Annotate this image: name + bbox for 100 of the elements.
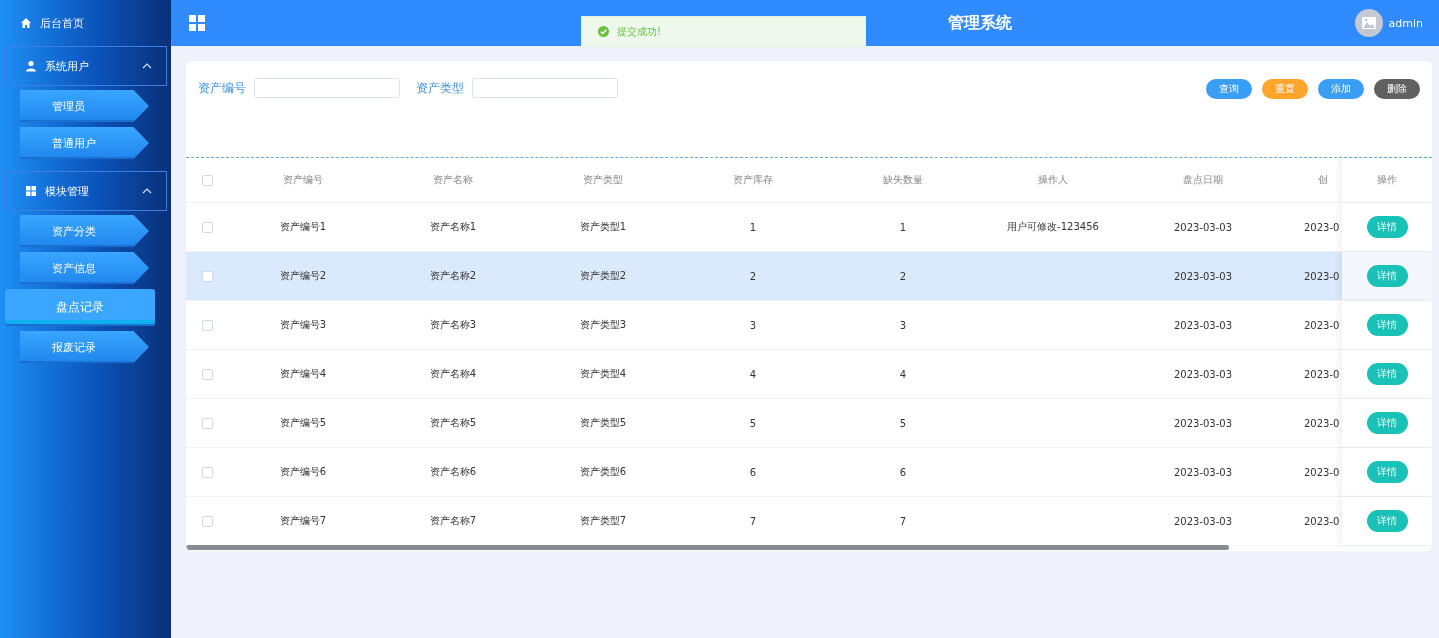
input-field[interactable] [254,78,400,98]
table-cell: 资产名称7 [429,514,477,528]
table-cell: 资产编号5 [279,416,327,430]
details-button[interactable]: 详情 [1366,363,1408,385]
action-button[interactable]: 添加 [1318,79,1364,99]
column-header: 缺失数量 [883,173,923,187]
table-cell: 资产类型3 [579,318,627,332]
column-header: 盘点日期 [1183,173,1223,187]
table-cell: 资产编号3 [279,318,327,332]
table-cell: 资产编号2 [279,269,327,283]
check-circle-icon [598,26,609,37]
table-cell: 2023-03-03 [1173,319,1233,331]
checkbox[interactable] [201,174,213,186]
user-name[interactable]: admin [1388,16,1423,30]
column-header: 资产名称 [433,173,473,187]
table-cell: 2023-03-03 [1173,417,1233,429]
table-cell: 资产名称3 [429,318,477,332]
home-link[interactable]: 后台首页 [0,12,171,34]
input-field[interactable] [472,78,618,98]
checkbox[interactable] [201,368,213,380]
checkbox[interactable] [201,319,213,331]
table-cell: 资产名称2 [429,269,477,283]
checkbox[interactable] [201,221,213,233]
table-cell: 2023-0 [1304,221,1340,233]
details-button[interactable]: 详情 [1366,412,1408,434]
table-cell: 资产名称1 [429,220,477,234]
table-cell: 1 [899,221,907,233]
table-cell: 2023-03-03 [1173,368,1233,380]
menu-group[interactable]: 模块管理 [4,171,167,211]
menu-group[interactable]: 系统用户 [4,46,167,86]
checkbox[interactable] [201,417,213,429]
action-button[interactable]: 查询 [1206,79,1252,99]
table-cell: 4 [899,368,907,380]
table-cell: 资产编号1 [279,220,327,234]
table-cell: 7 [899,515,907,527]
table-cell: 资产类型7 [579,514,627,528]
table-cell: 资产类型6 [579,465,627,479]
avatar-icon[interactable] [1354,9,1383,37]
menu-item[interactable]: 盘点记录 [5,289,155,326]
details-button[interactable]: 详情 [1366,216,1408,238]
home-icon [20,17,32,29]
table-cell: 6 [749,466,757,478]
table-cell: 7 [749,515,757,527]
table-cell: 资产类型5 [579,416,627,430]
column-header: 资产类型 [583,173,623,187]
menu-item[interactable]: 管理员 [20,90,149,122]
menu-item[interactable]: 资产分类 [20,215,149,247]
table-cell: 2 [899,270,907,282]
table-cell: 资产类型2 [579,269,627,283]
field-label: 资产类型 [416,79,464,97]
table-cell: 2023-03-03 [1173,466,1233,478]
toast-message: 提交成功! [617,24,661,39]
menu-item[interactable]: 报废记录 [20,331,149,363]
table-cell: 2023-0 [1304,319,1340,331]
table-cell: 2023-03-03 [1173,515,1233,527]
menu-item[interactable]: 资产信息 [20,252,149,284]
menu-icon[interactable] [189,15,205,31]
field-label: 资产编号 [198,79,246,97]
menu-item[interactable]: 普通用户 [20,127,149,159]
horizontal-scrollbar[interactable] [186,545,1229,550]
table-cell: 2023-0 [1304,368,1340,380]
action-button[interactable]: 重置 [1262,79,1308,99]
table-cell: 2023-0 [1304,270,1340,282]
column-header: 操作 [1377,173,1397,187]
table-cell: 5 [899,417,907,429]
checkbox[interactable] [201,270,213,282]
table-cell: 资产编号7 [279,514,327,528]
table-cell: 2023-0 [1304,466,1340,478]
table-cell: 3 [899,319,907,331]
table-cell: 资产名称6 [429,465,477,479]
table-cell: 资产编号4 [279,367,327,381]
column-header: 资产库存 [733,173,773,187]
system-title: 管理系统 [947,12,1012,34]
table-cell: 1 [749,221,757,233]
details-button[interactable]: 详情 [1366,510,1408,532]
table-cell: 资产编号6 [279,465,327,479]
table-cell: 4 [749,368,757,380]
table-cell: 2023-0 [1304,417,1340,429]
checkbox[interactable] [201,466,213,478]
table-cell: 资产名称5 [429,416,477,430]
table-cell: 2023-03-03 [1173,221,1233,233]
action-button[interactable]: 删除 [1374,79,1420,99]
grid-icon [25,185,37,197]
table-cell: 5 [749,417,757,429]
table-cell: 3 [749,319,757,331]
column-header: 操作人 [1038,173,1068,187]
details-button[interactable]: 详情 [1366,314,1408,336]
table-cell: 资产名称4 [429,367,477,381]
table-cell: 2023-0 [1304,515,1340,527]
table-cell: 用户可修改-123456 [1007,220,1099,234]
table-cell: 2023-03-03 [1173,270,1233,282]
column-header: 资产编号 [283,173,323,187]
checkbox[interactable] [201,515,213,527]
details-button[interactable]: 详情 [1366,265,1408,287]
user-icon [25,60,37,72]
column-header: 创 [1318,173,1328,187]
table-cell: 2 [749,270,757,282]
table-cell: 资产类型4 [579,367,627,381]
table-cell: 6 [899,466,907,478]
details-button[interactable]: 详情 [1366,461,1408,483]
